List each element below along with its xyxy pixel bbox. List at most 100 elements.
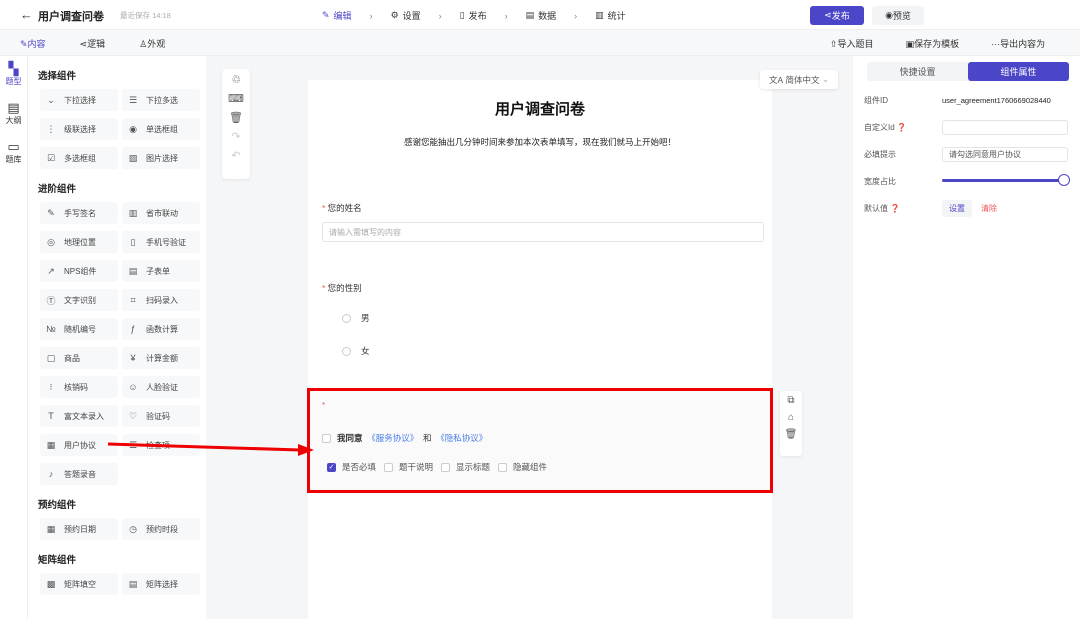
description-checkbox[interactable]: [384, 462, 394, 472]
component-item[interactable]: ♪ 答题录音: [40, 463, 118, 485]
undo-icon[interactable]: ↶: [231, 149, 240, 162]
component-item[interactable]: ▢ 商品: [40, 347, 118, 369]
component-label: 用户协议: [64, 440, 96, 450]
export-button[interactable]: ···导出内容为: [991, 37, 1045, 50]
language-select[interactable]: 文A 简体中文 ⌄: [760, 70, 838, 89]
delete-icon[interactable]: 🗑: [785, 429, 798, 440]
component-item[interactable]: № 随机编号: [40, 318, 118, 340]
component-item[interactable]: ▨ 图片选择: [122, 147, 200, 169]
publish-button[interactable]: ⋖ 发布: [810, 6, 864, 25]
step-stats[interactable]: 统计: [608, 9, 626, 22]
custom-id-input[interactable]: [942, 119, 1068, 135]
component-item[interactable]: ⋮ 级联选择: [40, 118, 118, 140]
tab-quick-settings[interactable]: 快捷设置: [867, 62, 968, 81]
component-icon: ◉: [129, 123, 137, 134]
clear-default-button[interactable]: 清除: [981, 203, 997, 214]
annotation-arrow: [107, 442, 314, 456]
slider-handle[interactable]: [1058, 174, 1070, 186]
share-icon: ⋖: [824, 10, 832, 20]
service-agreement-link[interactable]: 《服务协议》: [367, 432, 418, 444]
component-label: 地理位置: [64, 237, 96, 247]
component-item[interactable]: ⁝ 核销码: [40, 376, 118, 398]
tab-content[interactable]: ✎内容: [20, 37, 46, 50]
section-title: 进阶组件: [38, 184, 77, 195]
component-label: 省市联动: [146, 208, 178, 218]
component-icon: ▩: [46, 578, 56, 589]
agree-checkbox[interactable]: [322, 433, 331, 443]
component-item[interactable]: ◉ 单选框组: [122, 118, 200, 140]
copy-icon[interactable]: ⧉: [787, 395, 794, 406]
clear-icon[interactable]: 🗑: [229, 111, 243, 124]
component-item[interactable]: ƒ 函数计算: [122, 318, 200, 340]
redo-icon[interactable]: ↷: [231, 130, 240, 143]
back-icon[interactable]: ←: [20, 7, 33, 22]
rail-outline[interactable]: ▤ 大纲: [0, 101, 27, 126]
name-input[interactable]: 请输入需填写的内容: [322, 222, 764, 242]
tag-icon[interactable]: ⌂: [788, 412, 794, 423]
canvas-tools: ♲ ⌨ 🗑 ↷ ↶: [222, 69, 250, 179]
tab-component-props[interactable]: 组件属性: [968, 62, 1069, 81]
component-item[interactable]: Ⓣ 文字识别: [40, 289, 118, 311]
radio-male[interactable]: 男: [342, 312, 370, 324]
phone-icon: ▯: [459, 10, 465, 20]
component-item[interactable]: ▥ 省市联动: [122, 202, 200, 224]
save-status: 最近保存 14:18: [120, 11, 171, 20]
set-default-button[interactable]: 设置: [942, 199, 972, 217]
component-item[interactable]: ☺ 人脸验证: [122, 376, 200, 398]
rail-question-types[interactable]: ▚ 题型: [0, 62, 27, 87]
component-item[interactable]: ▤ 子表单: [122, 260, 200, 282]
component-icon: ▤: [128, 265, 138, 276]
component-label: 扫码录入: [146, 295, 178, 305]
width-slider[interactable]: [942, 174, 1070, 186]
privacy-agreement-link[interactable]: 《隐私协议》: [436, 432, 487, 444]
component-item[interactable]: ¥ 计算金额: [122, 347, 200, 369]
component-item[interactable]: ◷ 预约时段: [122, 518, 200, 540]
component-item[interactable]: ▯ 手机号验证: [122, 231, 200, 253]
step-settings[interactable]: 设置: [403, 9, 421, 22]
agreement-row: 我同意 《服务协议》 和 《隐私协议》: [322, 432, 487, 444]
agreement-question-selected[interactable]: * 我同意 《服务协议》 和 《隐私协议》 ✓ 是否必填 题干说明 显示标题 隐藏…: [307, 388, 773, 493]
radio-female[interactable]: 女: [342, 345, 370, 357]
rail-bank[interactable]: ▭ 题库: [0, 140, 27, 165]
step-data[interactable]: 数据: [538, 9, 556, 22]
stats-icon: ▥: [595, 10, 604, 20]
preview-button[interactable]: ◉ 预览: [872, 6, 924, 25]
component-item[interactable]: ◎ 地理位置: [40, 231, 118, 253]
component-item[interactable]: ▩ 矩阵填空: [40, 573, 118, 595]
component-item[interactable]: ✎ 手写签名: [40, 202, 118, 224]
component-label: 计算金额: [146, 353, 178, 363]
component-icon: ⌄: [47, 94, 55, 105]
component-item[interactable]: ♡ 验证码: [122, 405, 200, 427]
step-publish[interactable]: 发布: [469, 9, 487, 22]
component-item[interactable]: ▤ 矩阵选择: [122, 573, 200, 595]
component-label: 预约日期: [64, 524, 96, 534]
component-label: 核销码: [64, 382, 88, 392]
required-hint-input[interactable]: 请勾选同意用户协议: [942, 146, 1068, 162]
component-item[interactable]: T 富文本录入: [40, 405, 118, 427]
component-label: 级联选择: [64, 124, 96, 134]
import-button[interactable]: ⇧导入题目: [830, 37, 874, 50]
hide-component-checkbox[interactable]: [498, 462, 508, 472]
form-card: 用户调查问卷 感谢您能抽出几分钟时间来参加本次表单填写，现在我们就马上开始吧！ …: [308, 80, 772, 619]
component-item[interactable]: ⌗ 扫码录入: [122, 289, 200, 311]
component-icon: ⋮: [46, 123, 56, 134]
required-checkbox[interactable]: ✓: [327, 462, 336, 472]
component-item[interactable]: ☑ 多选框组: [40, 147, 118, 169]
component-item[interactable]: ↗ NPS组件: [40, 260, 118, 282]
component-label: 函数计算: [146, 324, 178, 334]
component-item[interactable]: ☰ 下拉多选: [122, 89, 200, 111]
recycle-icon[interactable]: ♲: [231, 73, 241, 86]
component-icon: T: [48, 411, 54, 421]
component-item[interactable]: ⌄ 下拉选择: [40, 89, 118, 111]
component-label: 矩阵选择: [146, 579, 178, 589]
component-icon: ♡: [128, 410, 138, 421]
component-item[interactable]: ▦ 预约日期: [40, 518, 118, 540]
save-template-button[interactable]: ▣保存为模板: [906, 37, 960, 50]
step-edit[interactable]: 编辑: [334, 9, 352, 22]
show-title-checkbox[interactable]: [441, 462, 451, 472]
tab-appearance[interactable]: ♙外观: [139, 37, 165, 50]
component-icon: ▢: [46, 352, 56, 363]
keyboard-icon[interactable]: ⌨: [228, 92, 244, 105]
tab-logic[interactable]: ⋖逻辑: [80, 37, 106, 50]
component-icon: ◷: [129, 523, 137, 534]
